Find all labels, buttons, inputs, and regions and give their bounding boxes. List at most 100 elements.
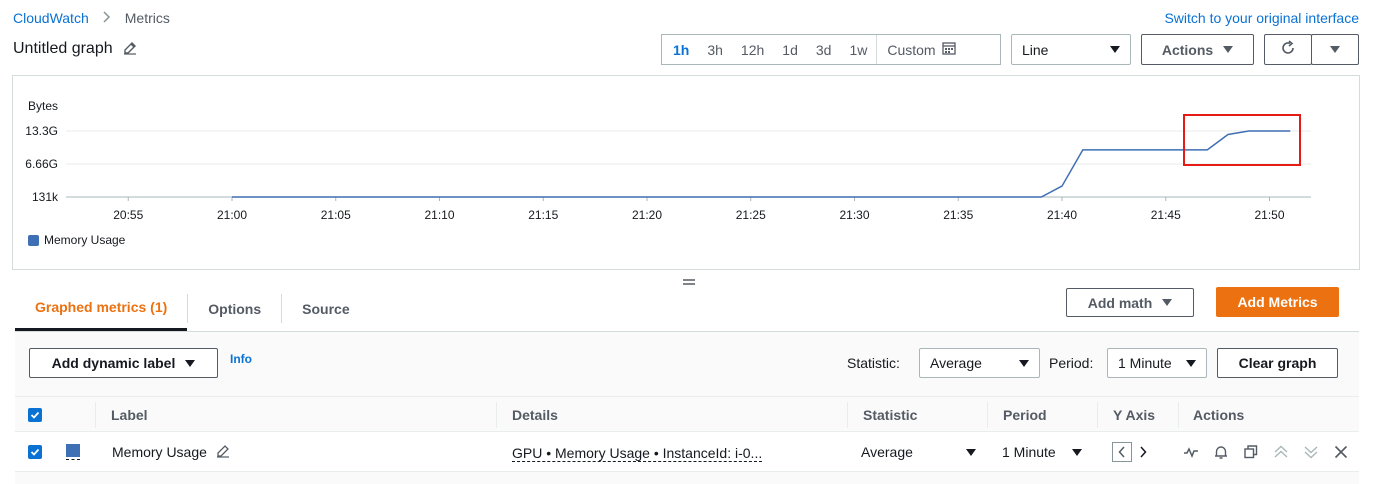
x-tick-label: 21:05 [321, 208, 351, 222]
x-tick-label: 21:35 [943, 208, 973, 222]
bell-icon[interactable] [1213, 444, 1229, 460]
refresh-button[interactable] [1264, 34, 1312, 65]
column-divider [1097, 402, 1098, 428]
x-tick-label: 21:40 [1047, 208, 1077, 222]
select-all-checkbox[interactable] [28, 408, 42, 422]
metrics-table-header: Label Details Statistic Period Y Axis Ac… [15, 396, 1359, 432]
caret-down-icon [1110, 46, 1120, 53]
row-period: 1 Minute [1002, 444, 1056, 460]
time-range-selector: 1h 3h 12h 1d 3d 1w Custom [661, 34, 1001, 65]
y-tick-label: 13.3G [25, 124, 58, 138]
caret-down-icon [1186, 359, 1196, 367]
row-color-swatch[interactable] [66, 432, 80, 472]
x-tick-label: 21:45 [1151, 208, 1181, 222]
y-tick-label: 6.66G [25, 157, 58, 171]
resize-handle-icon[interactable] [682, 273, 696, 289]
column-divider [847, 402, 848, 428]
color-swatch [66, 444, 80, 457]
period-label: Period: [1049, 355, 1094, 371]
color-swatch-underline [66, 459, 80, 460]
row-statistic: Average [861, 444, 913, 460]
add-metrics-label: Add Metrics [1237, 294, 1318, 310]
y-tick-label: 131k [32, 190, 59, 204]
x-tick-label: 21:15 [528, 208, 558, 222]
tab-options[interactable]: Options [188, 286, 281, 331]
caret-down-icon [1019, 359, 1029, 367]
switch-interface-link[interactable]: Switch to your original interface [1164, 10, 1359, 26]
time-range-custom[interactable]: Custom [876, 35, 961, 64]
move-down-icon[interactable] [1303, 444, 1319, 460]
chart-type-select[interactable]: Line [1011, 34, 1131, 65]
row-y-axis-toggle [1112, 432, 1151, 472]
edit-label-icon[interactable] [216, 444, 230, 461]
tab-source[interactable]: Source [282, 286, 369, 331]
y-axis-left-icon[interactable] [1112, 442, 1132, 462]
add-metrics-button[interactable]: Add Metrics [1216, 287, 1339, 317]
highlight-box [1183, 114, 1301, 166]
x-tick-label: 20:55 [113, 208, 143, 222]
x-tick-label: 21:20 [632, 208, 662, 222]
row-period-select[interactable]: 1 Minute [1002, 432, 1082, 472]
time-range-1d[interactable]: 1d [773, 35, 807, 64]
caret-down-icon [966, 448, 976, 456]
statistic-select[interactable]: Average [919, 348, 1040, 378]
chevron-right-icon [103, 10, 111, 26]
legend-label: Memory Usage [44, 233, 126, 247]
caret-down-icon [1223, 46, 1234, 53]
period-value: 1 Minute [1118, 355, 1172, 371]
row-label: Memory Usage [112, 444, 207, 460]
statistic-value: Average [930, 355, 982, 371]
actions-label: Actions [1161, 41, 1214, 58]
chart-type-value: Line [1022, 41, 1049, 58]
time-range-1w[interactable]: 1w [840, 35, 876, 64]
column-header-y-axis: Y Axis [1113, 407, 1156, 423]
time-range-3d[interactable]: 3d [807, 35, 841, 64]
column-divider [95, 402, 96, 428]
period-select[interactable]: 1 Minute [1107, 348, 1207, 378]
tab-graphed-metrics[interactable]: Graphed metrics (1) [15, 286, 188, 331]
row-checkbox[interactable] [28, 445, 42, 459]
legend-swatch [28, 234, 39, 246]
actions-button[interactable]: Actions [1141, 34, 1254, 65]
add-dynamic-label-text: Add dynamic label [51, 355, 176, 371]
clear-graph-button[interactable]: Clear graph [1217, 348, 1338, 378]
column-header-label: Label [111, 407, 148, 423]
calendar-icon [941, 41, 956, 58]
graph-metric-icon[interactable] [1183, 444, 1199, 460]
column-header-actions: Actions [1193, 407, 1245, 423]
move-up-icon[interactable] [1273, 444, 1289, 460]
refresh-icon [1280, 40, 1296, 59]
caret-down-icon [1162, 299, 1173, 306]
breadcrumb: CloudWatch Metrics [13, 10, 170, 26]
add-math-button[interactable]: Add math [1066, 288, 1194, 317]
close-icon[interactable] [1333, 444, 1349, 460]
column-divider [987, 402, 988, 428]
graph-title: Untitled graph [13, 40, 113, 57]
time-range-1h[interactable]: 1h [662, 35, 698, 64]
x-tick-label: 21:50 [1254, 208, 1284, 222]
column-divider [1178, 402, 1179, 428]
row-statistic-select[interactable]: Average [861, 432, 976, 472]
breadcrumb-cloudwatch-link[interactable]: CloudWatch [13, 10, 89, 26]
table-row: Memory Usage GPU • Memory Usage • Instan… [15, 432, 1359, 472]
column-header-statistic: Statistic [863, 407, 918, 423]
row-details-cell: GPU • Memory Usage • InstanceId: i-0... [512, 432, 763, 472]
breadcrumb-current: Metrics [124, 10, 170, 26]
time-range-3h[interactable]: 3h [698, 35, 732, 64]
add-dynamic-label-button[interactable]: Add dynamic label [29, 348, 218, 378]
refresh-options-button[interactable] [1311, 34, 1359, 65]
time-range-custom-label: Custom [887, 41, 936, 58]
time-range-12h[interactable]: 12h [732, 35, 773, 64]
select-all-cell [28, 397, 42, 433]
caret-down-icon [1330, 46, 1340, 53]
copy-icon[interactable] [1243, 444, 1259, 460]
column-header-period: Period [1003, 407, 1047, 423]
info-link[interactable]: Info [230, 352, 252, 366]
edit-title-icon[interactable] [123, 41, 137, 58]
statistic-label: Statistic: [847, 355, 900, 371]
graph-panel: Bytes 131k 6.66G 13.3G 20:55 21:00 21:05 21:10 2… [12, 75, 1360, 270]
row-actions [1183, 432, 1349, 472]
y-axis-right-icon[interactable] [1135, 442, 1151, 462]
clear-graph-label: Clear graph [1238, 355, 1317, 371]
row-details[interactable]: GPU • Memory Usage • InstanceId: i-0... [512, 442, 763, 462]
